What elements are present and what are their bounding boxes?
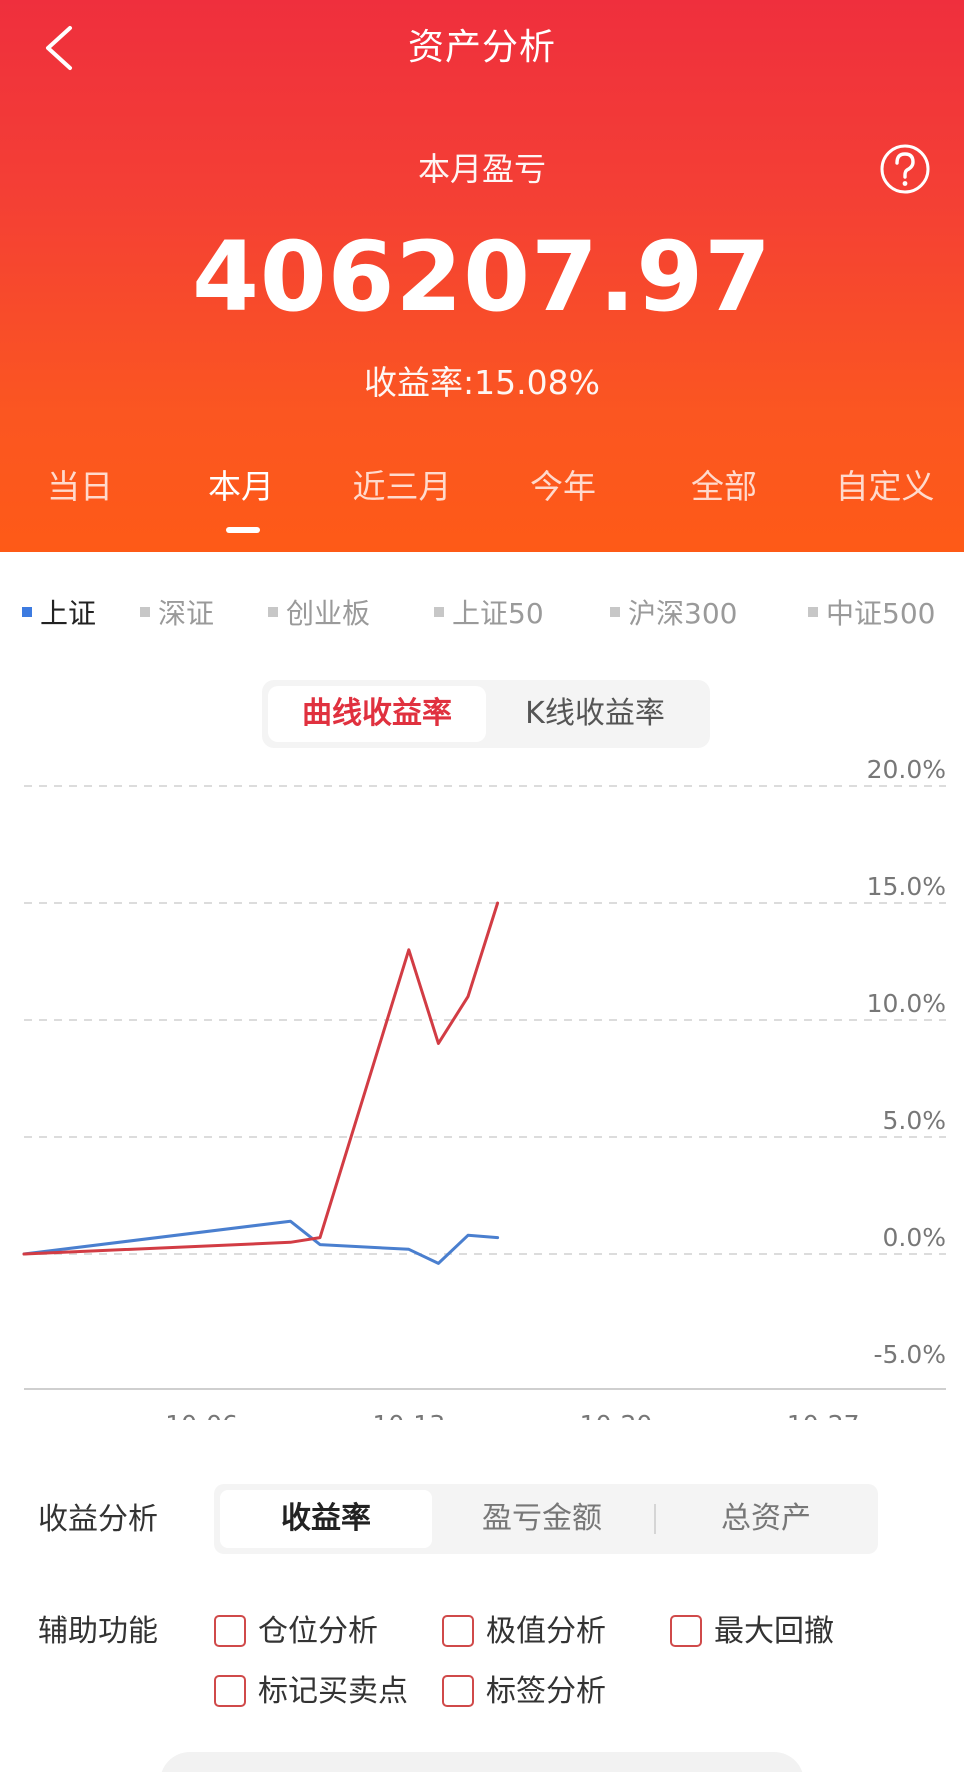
y-tick-label: 20.0%: [867, 755, 946, 784]
x-tick-label: 10-27: [787, 1410, 860, 1420]
x-tick-label: 10-20: [580, 1410, 653, 1420]
index-label: 创业板: [286, 597, 371, 630]
tab-today[interactable]: 当日: [0, 460, 160, 508]
checkbox-extreme-analysis[interactable]: 极值分析: [442, 1606, 606, 1650]
legend-dot-icon: [22, 607, 32, 617]
legend-dot-icon: [808, 607, 818, 617]
checkbox-label: 极值分析: [486, 1614, 606, 1649]
tab-all[interactable]: 全部: [644, 460, 804, 508]
legend-dot-icon: [610, 607, 620, 617]
legend-dot-icon: [268, 607, 278, 617]
x-tick-label: 10-06: [165, 1410, 238, 1420]
checkbox-label: 标记买卖点: [258, 1674, 408, 1709]
profit-value: 406207.97: [192, 221, 772, 333]
kline-return-button[interactable]: K线收益率: [486, 686, 704, 742]
return-analysis-segment: 收益率 盈亏金额 总资产: [214, 1484, 878, 1554]
checkbox-position-analysis[interactable]: 仓位分析: [214, 1606, 378, 1650]
bottom-action-button[interactable]: [160, 1752, 804, 1772]
index-selector: 上证 深证 创业板 上证50 沪深300 中证500: [0, 592, 964, 636]
checkbox-tag-analysis[interactable]: 标签分析: [442, 1666, 606, 1710]
checkbox-icon[interactable]: [214, 1614, 246, 1647]
period-tabs: 当日 本月 近三月 今年 全部 自定义: [0, 460, 964, 540]
index-label: 深证: [158, 597, 215, 630]
tab-three-months[interactable]: 近三月: [322, 460, 482, 508]
checkbox-label: 最大回撤: [714, 1614, 834, 1649]
asset-header: 资产分析 本月盈亏 406207.97 收益率:15.08% 当日 本月 近三月…: [0, 0, 964, 552]
return-chart: 20.0% 15.0% 10.0% 5.0% 0.0% -5.0% 10-06 10-13 10…: [22, 755, 946, 1420]
tab-this-month[interactable]: 本月: [161, 460, 321, 508]
index-csi500[interactable]: 中证500: [808, 592, 935, 632]
index-shanghai[interactable]: 上证: [22, 592, 96, 632]
index-shenzhen[interactable]: 深证: [140, 592, 214, 632]
y-tick-label: 10.0%: [867, 989, 946, 1018]
return-analysis-label: 收益分析: [38, 1502, 158, 1537]
index-label: 上证50: [452, 597, 544, 630]
y-tick-label: 5.0%: [882, 1106, 946, 1135]
y-tick-label: 0.0%: [882, 1223, 946, 1252]
page-title: 资产分析: [407, 27, 556, 68]
segment-total-assets[interactable]: 总资产: [660, 1490, 872, 1548]
segment-profit-amount[interactable]: 盈亏金额: [436, 1490, 648, 1548]
portfolio-return-line: [22, 901, 500, 1256]
return-rate: 收益率:15.08%: [364, 363, 600, 402]
segment-divider: [654, 1504, 656, 1534]
y-tick-label: 15.0%: [867, 872, 946, 901]
checkbox-icon[interactable]: [442, 1674, 474, 1707]
checkbox-max-drawdown[interactable]: 最大回撤: [670, 1606, 834, 1650]
index-label: 上证: [40, 597, 97, 630]
checkbox-label: 标签分析: [486, 1674, 606, 1709]
index-label: 沪深300: [628, 597, 738, 630]
tab-custom[interactable]: 自定义: [805, 460, 964, 508]
checkbox-icon[interactable]: [214, 1674, 246, 1707]
x-tick-label: 10-13: [372, 1410, 445, 1420]
index-csi300[interactable]: 沪深300: [610, 592, 737, 632]
help-icon[interactable]: [878, 142, 932, 196]
checkbox-mark-trades[interactable]: 标记买卖点: [214, 1666, 408, 1710]
checkbox-icon[interactable]: [442, 1614, 474, 1647]
index-label: 中证500: [826, 597, 936, 630]
legend-dot-icon: [434, 607, 444, 617]
y-tick-label: -5.0%: [873, 1340, 946, 1369]
curve-return-button[interactable]: 曲线收益率: [268, 686, 486, 742]
segment-return-rate[interactable]: 收益率: [220, 1490, 432, 1548]
chart-mode-toggle: 曲线收益率 K线收益率: [262, 680, 710, 748]
legend-dot-icon: [140, 607, 150, 617]
index-chinext[interactable]: 创业板: [268, 592, 370, 632]
checkbox-icon[interactable]: [670, 1614, 702, 1647]
active-tab-indicator: [226, 527, 260, 533]
profit-label: 本月盈亏: [417, 150, 546, 188]
tab-this-year[interactable]: 今年: [483, 460, 643, 508]
checkbox-label: 仓位分析: [258, 1614, 378, 1649]
aux-functions-label: 辅助功能: [38, 1614, 158, 1649]
index-sse50[interactable]: 上证50: [434, 592, 544, 632]
